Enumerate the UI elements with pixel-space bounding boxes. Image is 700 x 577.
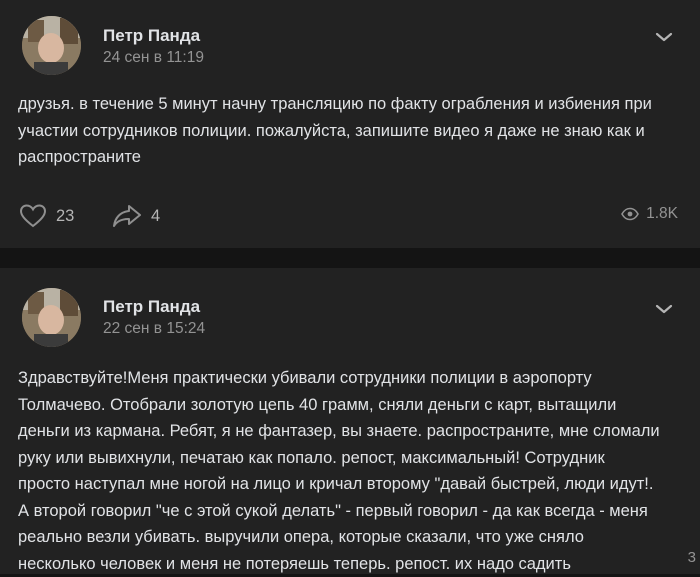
views-count: 1.8K: [646, 205, 678, 223]
partial-counter: 3: [688, 549, 696, 566]
post-card: Петр Панда 22 сен в 15:24 Здравствуйте!М…: [0, 268, 700, 574]
heart-icon: [19, 204, 47, 228]
post-text-line: друзья. в течение 5 минут начну трансляц…: [18, 91, 682, 118]
post-date[interactable]: 24 сен в 11:19: [103, 49, 204, 67]
chevron-down-icon[interactable]: [654, 30, 674, 44]
chevron-down-icon[interactable]: [654, 302, 674, 316]
post-text-line: Толмачево. Отобрали золотую цепь 40 грам…: [18, 392, 682, 419]
share-button[interactable]: 4: [112, 204, 160, 228]
post-text-line: распространите: [18, 144, 682, 171]
share-count: 4: [151, 207, 160, 226]
post-text: Здравствуйте!Меня практически убивали со…: [18, 365, 682, 577]
avatar-photo: [22, 288, 81, 347]
like-button[interactable]: 23: [19, 204, 74, 228]
author-name[interactable]: Петр Панда: [103, 26, 200, 46]
post-card: Петр Панда 24 сен в 11:19 друзья. в тече…: [0, 0, 700, 248]
post-text: друзья. в течение 5 минут начну трансляц…: [18, 91, 682, 171]
post-text-line: реально везли убивать. выручили опера, к…: [18, 524, 682, 551]
post-actions: 23 4 1.8K: [0, 200, 700, 232]
avatar[interactable]: [22, 16, 81, 75]
post-text-line: участии сотрудников полиции. пожалуйста,…: [18, 118, 682, 145]
share-arrow-icon: [112, 204, 142, 228]
like-count: 23: [56, 207, 74, 226]
post-date[interactable]: 22 сен в 15:24: [103, 320, 205, 338]
avatar-photo: [22, 16, 81, 75]
eye-icon: [621, 207, 639, 221]
avatar[interactable]: [22, 288, 81, 347]
post-text-line: руку или вывихнули, печатаю как попало. …: [18, 445, 682, 472]
views-counter: 1.8K: [621, 205, 678, 223]
post-text-line: несколько человек и меня не потеряешь те…: [18, 551, 682, 577]
post-text-line: А второй говорил "че с этой сукой делать…: [18, 498, 682, 525]
post-text-line: просто наступал мне ногой на лицо и крич…: [18, 471, 682, 498]
post-text-line: Здравствуйте!Меня практически убивали со…: [18, 365, 682, 392]
author-name[interactable]: Петр Панда: [103, 297, 200, 317]
post-text-line: деньги из кармана. Ребят, я не фантазер,…: [18, 418, 682, 445]
